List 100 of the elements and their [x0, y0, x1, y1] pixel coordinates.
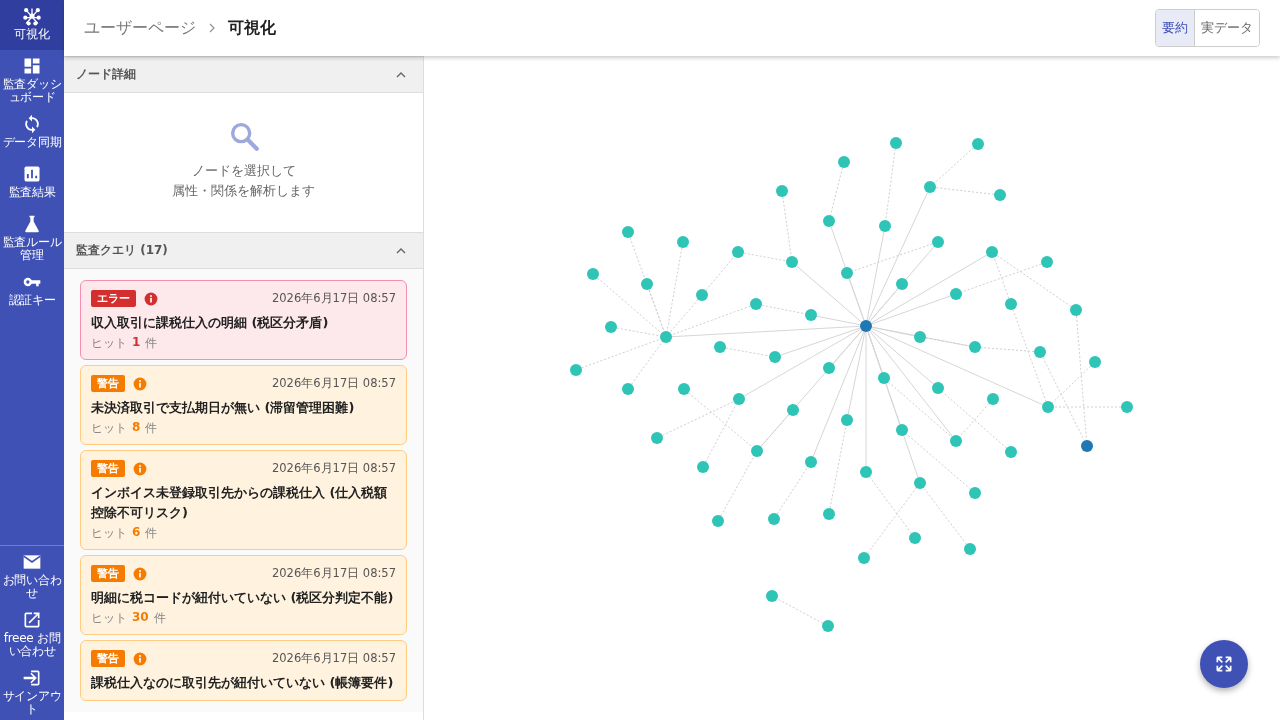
graph-node[interactable]	[994, 189, 1006, 201]
graph-node[interactable]	[878, 372, 890, 384]
sidebar-item[interactable]: 監査結果	[0, 158, 64, 208]
query-title: 明細に税コードが紐付いていない (税区分判定不能)	[91, 589, 395, 607]
graph-node[interactable]	[914, 331, 926, 343]
graph-node[interactable]	[986, 246, 998, 258]
graph-node[interactable]	[786, 256, 798, 268]
graph-node[interactable]	[896, 278, 908, 290]
graph-node[interactable]	[932, 382, 944, 394]
graph-node[interactable]	[805, 456, 817, 468]
graph-node[interactable]	[1005, 446, 1017, 458]
graph-node[interactable]	[860, 466, 872, 478]
graph-node[interactable]	[1005, 298, 1017, 310]
graph-node[interactable]	[805, 309, 817, 321]
graph-node[interactable]	[969, 341, 981, 353]
graph-node[interactable]	[733, 393, 745, 405]
toggle-button[interactable]: 実データ	[1194, 10, 1259, 46]
sidebar-item[interactable]: お問い合わせ	[0, 546, 64, 604]
graph-node[interactable]	[822, 620, 834, 632]
severity-badge: エラー	[91, 290, 136, 307]
graph-node[interactable]	[1042, 401, 1054, 413]
graph-node[interactable]	[890, 137, 902, 149]
query-card[interactable]: 警告 2026年6月17日 08:57 インボイス未登録取引先からの課税仕入 (仕入税額控除不可リスク) ヒット 6 件	[80, 450, 407, 550]
graph-node[interactable]	[641, 278, 653, 290]
sidebar-item[interactable]: 可視化	[0, 0, 64, 50]
graph-node[interactable]	[766, 590, 778, 602]
section-header[interactable]: 監査クエリ (17)	[64, 232, 423, 269]
graph-node[interactable]	[950, 288, 962, 300]
sidebar-item[interactable]: 監査ダッシュボード	[0, 50, 64, 108]
graph-node[interactable]	[969, 487, 981, 499]
graph-node[interactable]	[768, 513, 780, 525]
query-card[interactable]: 警告 2026年6月17日 08:57 課税仕入なのに取引先が紐付いていない (帳簿要件)	[80, 640, 407, 701]
graph-node[interactable]	[622, 226, 634, 238]
query-card[interactable]: 警告 2026年6月17日 08:57 未決済取引で支払期日が無い (滞留管理困難) ヒット 8 件	[80, 365, 407, 445]
hit-count: 8	[132, 420, 141, 436]
sidebar-item[interactable]: 認証キー	[0, 266, 64, 316]
graph-node[interactable]	[964, 543, 976, 555]
hit-label: ヒット	[91, 335, 127, 352]
graph-node[interactable]	[1034, 346, 1046, 358]
graph-node[interactable]	[924, 181, 936, 193]
sidebar-item[interactable]: サインアウト	[0, 662, 64, 720]
graph-node[interactable]	[914, 477, 926, 489]
graph-node[interactable]	[732, 246, 744, 258]
graph-node[interactable]	[1121, 401, 1133, 413]
info-icon	[133, 461, 147, 476]
graph-node[interactable]	[714, 341, 726, 353]
graph-node[interactable]	[823, 508, 835, 520]
graph-node[interactable]	[750, 298, 762, 310]
sidebar-item[interactable]: freee お問い合わせ	[0, 604, 64, 662]
graph-node[interactable]	[587, 268, 599, 280]
section-header[interactable]: ノード詳細	[64, 56, 423, 93]
graph-node[interactable]	[678, 383, 690, 395]
graph-node[interactable]	[932, 236, 944, 248]
page-title: 可視化	[228, 17, 276, 39]
graph-node[interactable]	[950, 435, 962, 447]
graph-node[interactable]	[769, 351, 781, 363]
graph-node[interactable]	[696, 289, 708, 301]
graph-node[interactable]	[697, 461, 709, 473]
fullscreen-button[interactable]	[1200, 640, 1248, 688]
graph-node[interactable]	[1070, 304, 1082, 316]
graph-node[interactable]	[1041, 256, 1053, 268]
graph-node[interactable]	[972, 138, 984, 150]
graph-node[interactable]	[896, 424, 908, 436]
graph-edge	[830, 167, 843, 216]
hint-text: ノードを選択して	[191, 162, 296, 180]
graph-node[interactable]	[712, 515, 724, 527]
query-card[interactable]: 警告 2026年6月17日 08:57 明細に税コードが紐付いていない (税区分判定不能) ヒット 30 件	[80, 555, 407, 635]
severity-badge: 警告	[91, 460, 125, 477]
hit-unit: 件	[145, 525, 158, 542]
graph-node[interactable]	[841, 414, 853, 426]
query-card[interactable]: エラー 2026年6月17日 08:57 収入取引に課税仕入の明細 (税区分矛盾) ヒット 1 件	[80, 280, 407, 360]
sidebar-item[interactable]: 監査ルール管理	[0, 208, 64, 266]
graph-node[interactable]	[677, 236, 689, 248]
graph-node[interactable]	[841, 267, 853, 279]
graph-edge	[776, 466, 809, 515]
graph-node[interactable]	[858, 552, 870, 564]
graph-node[interactable]	[879, 220, 891, 232]
graph-node[interactable]	[823, 362, 835, 374]
graph-node[interactable]	[605, 321, 617, 333]
graph-node[interactable]	[823, 215, 835, 227]
toggle-button[interactable]: 要約	[1156, 10, 1194, 46]
graph-node[interactable]	[1081, 440, 1093, 452]
section-title: 監査クエリ (17)	[76, 242, 168, 259]
graph-node[interactable]	[838, 156, 850, 168]
graph-node[interactable]	[570, 364, 582, 376]
graph-node[interactable]	[660, 331, 672, 343]
graph-node[interactable]	[860, 320, 872, 332]
hit-label: ヒット	[91, 525, 127, 542]
graph-node[interactable]	[651, 432, 663, 444]
breadcrumb-link[interactable]: ユーザーページ	[84, 17, 196, 39]
graph-node[interactable]	[1089, 356, 1101, 368]
graph-node[interactable]	[787, 404, 799, 416]
graph-node[interactable]	[776, 185, 788, 197]
timestamp: 2026年6月17日 08:57	[272, 291, 396, 306]
logout-icon	[22, 668, 42, 688]
graph-node[interactable]	[987, 393, 999, 405]
graph-node[interactable]	[909, 532, 921, 544]
sidebar-item[interactable]: データ同期	[0, 108, 64, 158]
graph-node[interactable]	[751, 445, 763, 457]
graph-node[interactable]	[622, 383, 634, 395]
